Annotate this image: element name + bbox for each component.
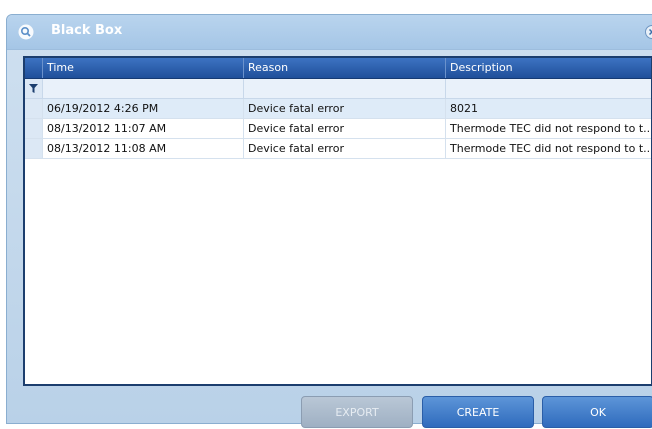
- export-button[interactable]: EXPORT: [301, 396, 413, 428]
- cell-reason: Device fatal error: [243, 139, 445, 158]
- black-box-grid: Time Reason Description 06/19/2012 4:26 …: [23, 56, 652, 386]
- ok-button[interactable]: OK: [542, 396, 652, 428]
- cell-time: 06/19/2012 4:26 PM: [42, 99, 243, 118]
- grid-header: Time Reason Description: [25, 58, 651, 79]
- row-selector[interactable]: [25, 139, 43, 158]
- table-row[interactable]: 08/13/2012 11:07 AM Device fatal error T…: [25, 119, 651, 139]
- filter-icon[interactable]: [29, 84, 38, 93]
- column-header-time[interactable]: Time: [42, 58, 243, 78]
- cell-reason: Device fatal error: [243, 99, 445, 118]
- magnifier-icon: [18, 24, 34, 40]
- filter-cell-time[interactable]: [42, 79, 244, 98]
- row-selector[interactable]: [25, 99, 43, 118]
- row-selector[interactable]: [25, 119, 43, 138]
- row-selector-header: [25, 58, 42, 78]
- cell-description: Thermode TEC did not respond to t...: [445, 139, 651, 158]
- title-bar[interactable]: Black Box: [7, 15, 652, 50]
- filter-row-selector: [25, 79, 43, 98]
- cell-time: 08/13/2012 11:08 AM: [42, 139, 243, 158]
- column-header-reason[interactable]: Reason: [243, 58, 445, 78]
- column-header-description[interactable]: Description: [445, 58, 651, 78]
- cell-reason: Device fatal error: [243, 119, 445, 138]
- cell-time: 08/13/2012 11:07 AM: [42, 119, 243, 138]
- filter-cell-description[interactable]: [445, 79, 652, 98]
- filter-cell-reason[interactable]: [243, 79, 446, 98]
- window-title: Black Box: [51, 23, 122, 38]
- filter-row: [25, 79, 651, 99]
- create-button[interactable]: CREATE: [422, 396, 534, 428]
- cell-description: Thermode TEC did not respond to t...: [445, 119, 651, 138]
- table-row[interactable]: 06/19/2012 4:26 PM Device fatal error 80…: [25, 99, 651, 119]
- cell-description: 8021: [445, 99, 651, 118]
- black-box-dialog: Black Box Time Reason Description: [6, 14, 652, 424]
- close-icon[interactable]: [645, 25, 652, 39]
- table-row[interactable]: 08/13/2012 11:08 AM Device fatal error T…: [25, 139, 651, 159]
